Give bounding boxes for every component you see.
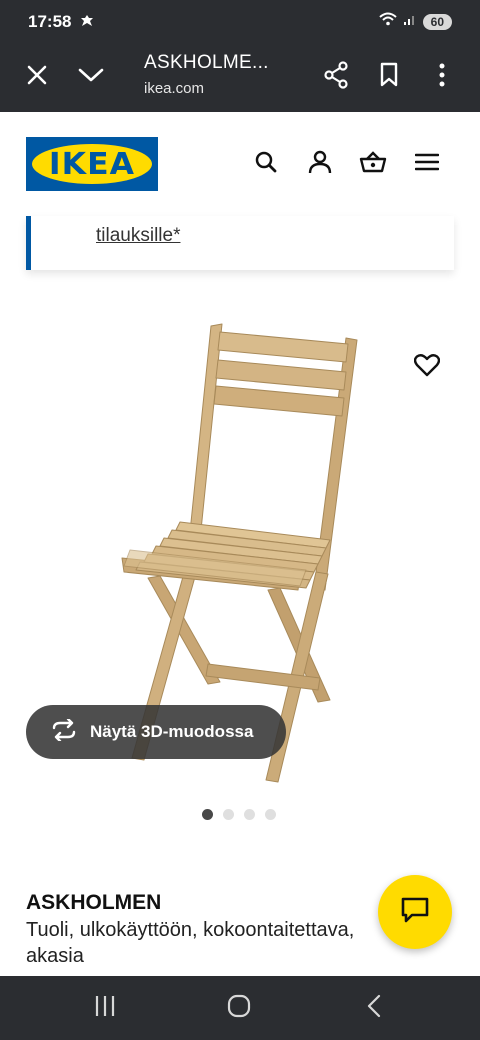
page-title: ASKHOLME... <box>144 52 269 73</box>
bookmark-button[interactable] <box>372 60 406 94</box>
favorite-button[interactable] <box>410 350 444 384</box>
account-button[interactable] <box>304 148 336 180</box>
recent-apps-button[interactable] <box>85 990 125 1026</box>
view-3d-button[interactable]: Näytä 3D-muodossa <box>26 705 286 759</box>
ikea-logo[interactable]: IKEA <box>26 137 158 191</box>
carousel-dot[interactable] <box>244 809 255 820</box>
status-icons: 60 <box>378 12 452 31</box>
product-description: Tuoli, ulkokäyttöön, kokoontaitettava, a… <box>26 919 355 967</box>
home-button[interactable] <box>219 990 259 1026</box>
signal-icon <box>403 12 417 31</box>
basket-icon <box>359 150 387 179</box>
battery-indicator: 60 <box>422 13 452 30</box>
chat-button[interactable] <box>378 875 452 949</box>
product-name: ASKHOLMEN <box>26 891 162 914</box>
search-icon <box>254 150 278 179</box>
notification-icon <box>80 14 94 33</box>
notice-link[interactable]: tilauksille* <box>96 225 180 247</box>
wifi-icon <box>378 12 397 31</box>
recent-apps-icon <box>93 995 117 1022</box>
page-url: ikea.com <box>144 80 205 97</box>
browser-toolbar: ASKHOLME... ikea.com <box>0 44 480 112</box>
close-button[interactable] <box>20 60 54 94</box>
status-bar: 17:58 60 <box>0 0 480 44</box>
notice-card: tilauksille* <box>26 216 454 270</box>
search-button[interactable] <box>250 148 282 180</box>
share-icon <box>323 60 349 94</box>
basket-button[interactable] <box>357 148 389 180</box>
bookmark-icon <box>379 62 399 93</box>
carousel-dot[interactable] <box>223 809 234 820</box>
share-button[interactable] <box>319 60 353 94</box>
view-3d-label: Näytä 3D-muodossa <box>90 722 254 741</box>
user-icon <box>308 149 332 180</box>
chevron-down-icon <box>78 67 104 88</box>
close-icon <box>26 64 48 91</box>
home-icon <box>227 994 251 1023</box>
more-options-button[interactable] <box>425 60 459 94</box>
collapse-button[interactable] <box>74 60 108 94</box>
carousel-indicator <box>202 809 276 820</box>
status-time: 17:58 <box>28 12 72 31</box>
menu-button[interactable] <box>411 148 443 180</box>
carousel-dot[interactable] <box>202 809 213 820</box>
back-icon <box>366 994 382 1023</box>
chat-icon <box>400 896 430 929</box>
logo-text: IKEA <box>48 146 136 182</box>
heart-icon <box>413 353 441 382</box>
system-nav-bar <box>0 976 480 1040</box>
more-vert-icon <box>438 63 446 92</box>
site-header: IKEA <box>0 112 480 216</box>
carousel-dot[interactable] <box>265 809 276 820</box>
menu-icon <box>414 152 440 177</box>
back-button[interactable] <box>354 990 394 1026</box>
rotate-3d-icon <box>50 717 78 746</box>
